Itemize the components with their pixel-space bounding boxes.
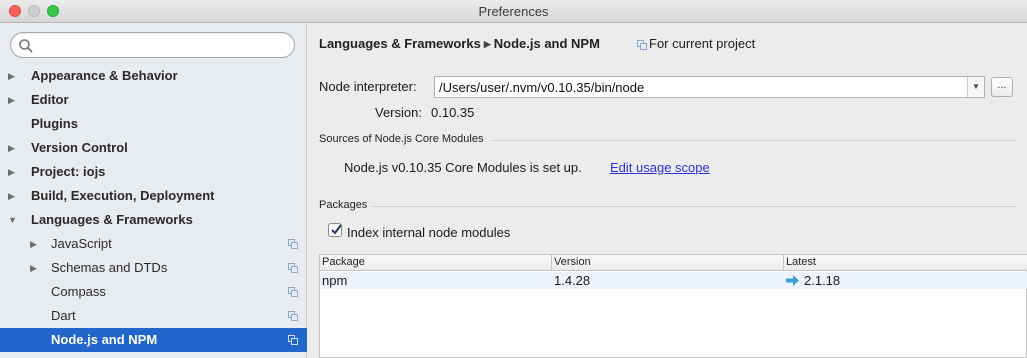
core-modules-status: Node.js v0.10.35 Core Modules is set up. bbox=[344, 160, 582, 175]
project-level-icon bbox=[288, 335, 298, 345]
sidebar-item-languages-frameworks[interactable]: ▼ Languages & Frameworks bbox=[0, 208, 307, 232]
collapse-arrow-icon[interactable]: ▼ bbox=[8, 208, 17, 232]
browse-interpreter-button[interactable]: ... bbox=[991, 77, 1013, 97]
edit-usage-scope-link[interactable]: Edit usage scope bbox=[610, 160, 710, 175]
section-divider bbox=[492, 140, 1016, 141]
project-level-icon bbox=[288, 311, 298, 321]
project-level-icon bbox=[288, 239, 298, 249]
project-level-icon bbox=[288, 263, 298, 273]
sidebar-item-nodejs-npm[interactable]: Node.js and NPM bbox=[0, 328, 307, 352]
sidebar-item-label: Schemas and DTDs bbox=[51, 260, 168, 275]
sidebar-item-appearance-behavior[interactable]: ▶ Appearance & Behavior bbox=[0, 64, 307, 88]
column-header-latest[interactable]: Latest bbox=[784, 255, 1027, 271]
sidebar-item-compass[interactable]: Compass bbox=[0, 280, 307, 304]
sidebar-item-label: Version Control bbox=[31, 140, 128, 155]
version-label: Version: bbox=[375, 105, 422, 120]
table-row[interactable]: npm 1.4.28 2.1.18 bbox=[320, 272, 1027, 289]
expand-arrow-icon[interactable]: ▶ bbox=[8, 88, 15, 112]
node-interpreter-combobox[interactable]: ▼ bbox=[434, 76, 1027, 98]
sidebar-item-label: Appearance & Behavior bbox=[31, 68, 178, 83]
core-modules-section-title: Sources of Node.js Core Modules bbox=[319, 133, 484, 145]
project-level-icon bbox=[637, 40, 647, 50]
package-latest-cell: 2.1.18 bbox=[804, 273, 841, 288]
sidebar-item-label: Node.js and NPM bbox=[51, 332, 158, 347]
package-name-cell: npm bbox=[322, 273, 348, 288]
breadcrumb: Languages & Frameworks ▶ Node.js and NPM bbox=[319, 36, 600, 51]
breadcrumb-separator-icon: ▶ bbox=[483, 39, 491, 49]
title-bar: Preferences bbox=[0, 0, 1027, 23]
settings-search-input[interactable] bbox=[10, 32, 295, 58]
package-version-cell: 1.4.28 bbox=[554, 273, 591, 288]
expand-arrow-icon[interactable]: ▶ bbox=[30, 232, 37, 256]
node-interpreter-input[interactable] bbox=[434, 76, 985, 98]
checkmark-icon bbox=[331, 224, 342, 235]
sidebar-item-editor[interactable]: ▶ Editor bbox=[0, 88, 307, 112]
scope-label: For current project bbox=[649, 36, 756, 51]
sidebar-item-label: Languages & Frameworks bbox=[31, 212, 193, 227]
sidebar-item-schemas-dtds[interactable]: ▶ Schemas and DTDs bbox=[0, 256, 307, 280]
column-header-package[interactable]: Package bbox=[320, 255, 552, 271]
expand-arrow-icon[interactable]: ▶ bbox=[30, 256, 37, 280]
sidebar-item-label: Plugins bbox=[31, 116, 78, 131]
table-header: Package Version Latest bbox=[320, 255, 1027, 271]
sidebar-item-label: Build, Execution, Deployment bbox=[31, 188, 215, 203]
section-divider bbox=[371, 206, 1016, 207]
expand-arrow-icon[interactable]: ▶ bbox=[8, 64, 15, 88]
breadcrumb-current: Node.js and NPM bbox=[493, 36, 600, 51]
sidebar-item-version-control[interactable]: ▶ Version Control bbox=[0, 136, 307, 160]
search-icon bbox=[19, 39, 33, 53]
sidebar-item-label: Editor bbox=[31, 92, 69, 107]
packages-section-title: Packages bbox=[319, 199, 368, 211]
sidebar-item-dart[interactable]: Dart bbox=[0, 304, 307, 328]
node-interpreter-label: Node interpreter: bbox=[319, 79, 417, 94]
packages-table[interactable]: Package Version Latest npm 1.4.28 2.1.18 bbox=[319, 254, 1027, 358]
settings-content: Languages & Frameworks ▶ Node.js and NPM F… bbox=[308, 24, 1027, 358]
index-internal-modules-label[interactable]: Index internal node modules bbox=[347, 225, 510, 240]
project-level-icon bbox=[288, 287, 298, 297]
expand-arrow-icon[interactable]: ▶ bbox=[8, 160, 15, 184]
settings-sidebar: ▶ Appearance & Behavior ▶ Editor Plugins… bbox=[0, 24, 307, 358]
expand-arrow-icon[interactable]: ▶ bbox=[8, 184, 15, 208]
expand-arrow-icon[interactable]: ▶ bbox=[8, 136, 15, 160]
index-internal-modules-checkbox[interactable] bbox=[328, 223, 342, 237]
version-value: 0.10.35 bbox=[431, 105, 475, 120]
sidebar-item-label: Project: iojs bbox=[31, 164, 106, 179]
column-header-version[interactable]: Version bbox=[552, 255, 784, 271]
upgrade-arrow-icon[interactable] bbox=[786, 275, 799, 286]
chevron-down-icon[interactable]: ▼ bbox=[967, 77, 984, 97]
sidebar-item-label: Dart bbox=[51, 308, 76, 323]
sidebar-item-label: JavaScript bbox=[51, 236, 112, 251]
sidebar-item-plugins[interactable]: Plugins bbox=[0, 112, 307, 136]
sidebar-item-javascript[interactable]: ▶ JavaScript bbox=[0, 232, 307, 256]
sidebar-item-label: Compass bbox=[51, 284, 106, 299]
sidebar-item-project[interactable]: ▶ Project: iojs bbox=[0, 160, 307, 184]
window-title: Preferences bbox=[478, 4, 549, 19]
sidebar-item-build-execution-deployment[interactable]: ▶ Build, Execution, Deployment bbox=[0, 184, 307, 208]
breadcrumb-parent[interactable]: Languages & Frameworks bbox=[319, 36, 481, 51]
